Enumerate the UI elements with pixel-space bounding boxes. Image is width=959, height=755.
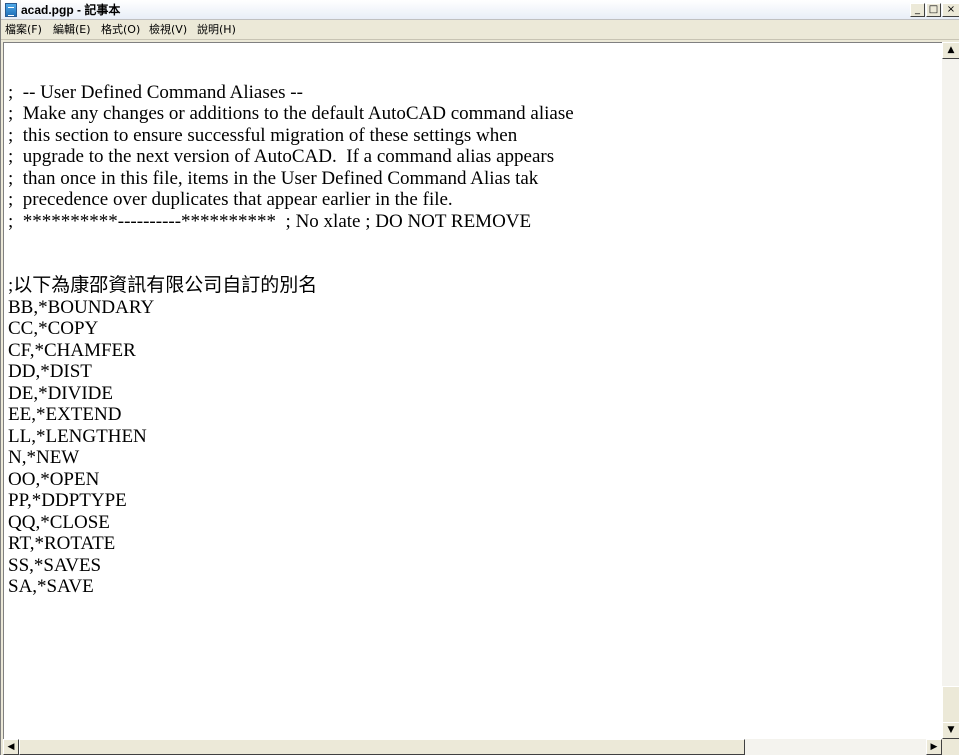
- text-line: OO,*OPEN: [8, 468, 100, 490]
- text-line: PP,*DDPTYPE: [8, 490, 127, 511]
- text-line: BB,*BOUNDARY: [8, 296, 155, 318]
- notepad-app-icon[interactable]: [5, 3, 17, 17]
- text-line: QQ,*CLOSE: [8, 511, 110, 533]
- text-line: EE,*EXTEND: [8, 404, 122, 425]
- text-line: CC,*COPY: [8, 318, 99, 339]
- text-line: DE,*DIVIDE: [8, 382, 114, 404]
- vertical-scroll-thumb[interactable]: [942, 686, 959, 724]
- text-line: ; Make any changes or additions to the d…: [8, 103, 574, 124]
- text-line: ; upgrade to the next version of AutoCAD…: [8, 146, 555, 167]
- text-line: LL,*LENGTHEN: [8, 425, 147, 447]
- text-line: N,*NEW: [8, 447, 80, 468]
- maximize-button[interactable]: □: [926, 3, 941, 17]
- scroll-down-button[interactable]: ▼: [942, 722, 959, 739]
- horizontal-scroll-thumb[interactable]: [19, 739, 745, 755]
- text-line: ; than once in this file, items in the U…: [8, 167, 539, 189]
- text-line: CF,*CHAMFER: [8, 339, 136, 361]
- scroll-up-button[interactable]: ▲: [942, 42, 959, 59]
- title-bar[interactable]: acad.pgp - 記事本 _ □ ×: [1, 0, 959, 20]
- size-grip[interactable]: [942, 739, 959, 755]
- menu-help[interactable]: 說明(H): [197, 23, 236, 37]
- close-button[interactable]: ×: [942, 3, 959, 17]
- text-line: ; -- User Defined Command Aliases --: [8, 81, 303, 103]
- text-line: ; **********----------********** ; No xl…: [8, 210, 532, 232]
- menu-file[interactable]: 檔案(F): [5, 23, 42, 37]
- text-line: RT,*ROTATE: [8, 533, 116, 554]
- horizontal-scrollbar[interactable]: ◀ ▶: [3, 739, 942, 755]
- text-line: SS,*SAVES: [8, 554, 102, 576]
- menu-view[interactable]: 檢視(V): [149, 23, 187, 37]
- menu-format[interactable]: 格式(O): [101, 23, 140, 37]
- menu-edit[interactable]: 編輯(E): [53, 23, 91, 37]
- text-line: SA,*SAVE: [8, 576, 94, 597]
- document-text[interactable]: ; -- User Defined Command Aliases -- ; M…: [8, 60, 574, 598]
- text-line: ;以下為康邵資訊有限公司自訂的別名: [8, 275, 318, 296]
- scroll-left-button[interactable]: ◀: [3, 739, 19, 755]
- menu-bar: 檔案(F) 編輯(E) 格式(O) 檢視(V) 說明(H): [1, 20, 959, 40]
- text-line: ; this section to ensure successful migr…: [8, 124, 518, 146]
- text-line: DD,*DIST: [8, 361, 92, 382]
- text-line: ; precedence over duplicates that appear…: [8, 189, 453, 210]
- window-title: acad.pgp - 記事本: [21, 3, 121, 17]
- vertical-scrollbar[interactable]: ▲ ▼: [942, 42, 959, 739]
- notepad-window: acad.pgp - 記事本 _ □ × 檔案(F) 編輯(E) 格式(O) 檢…: [0, 0, 959, 755]
- minimize-button[interactable]: _: [910, 3, 925, 17]
- scroll-right-button[interactable]: ▶: [926, 739, 942, 755]
- text-editor[interactable]: ; -- User Defined Command Aliases -- ; M…: [3, 42, 942, 739]
